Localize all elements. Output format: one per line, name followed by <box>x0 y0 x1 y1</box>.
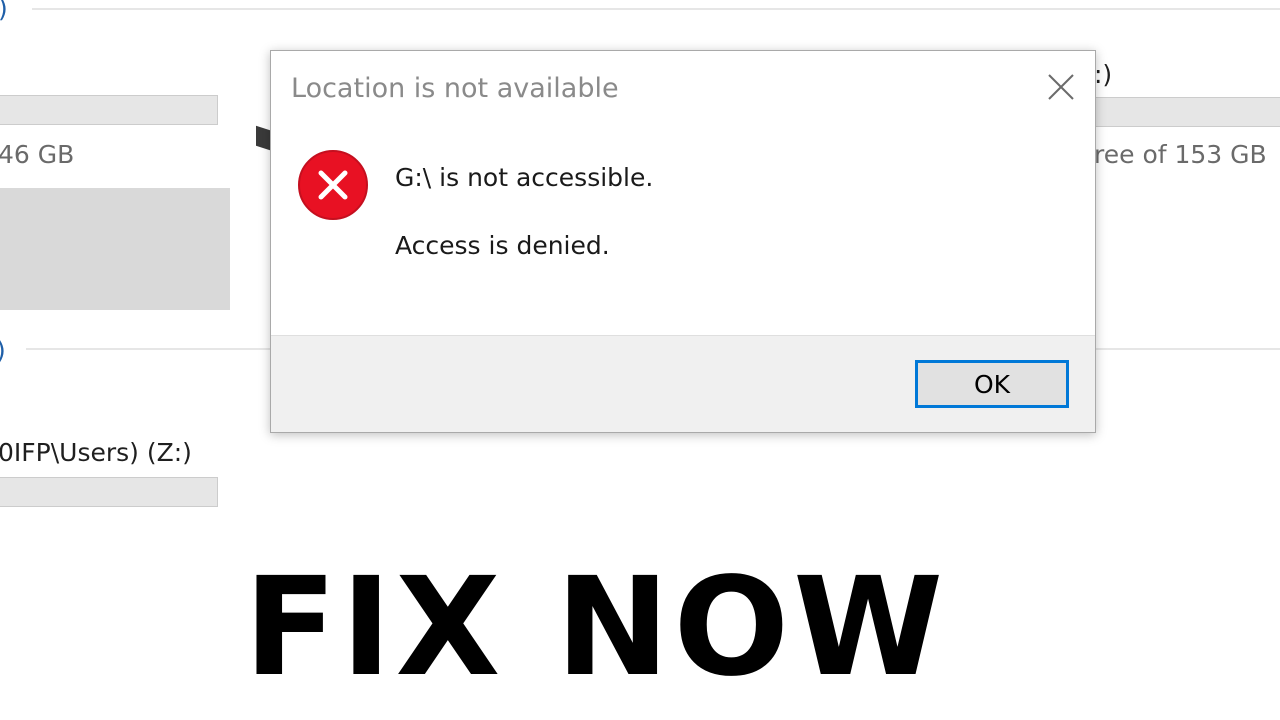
error-dialog: Location is not available G:\ is not acc… <box>270 50 1096 433</box>
network-drive-usage-bar <box>0 477 218 507</box>
screen: ) 46 GB :) ree of 153 GB ) 0IFP\Users) (… <box>0 0 1280 720</box>
error-icon <box>298 150 368 220</box>
drive-usage-bar-right <box>1090 97 1280 127</box>
drive-usage-bar <box>0 95 218 125</box>
dialog-footer: OK <box>271 335 1095 432</box>
network-drive-label[interactable]: 0IFP\Users) (Z:) <box>0 438 192 467</box>
drive-icon <box>256 125 270 151</box>
dialog-body: G:\ is not accessible. Access is denied. <box>271 131 1095 335</box>
selected-drive-tile[interactable] <box>0 188 230 310</box>
close-icon <box>1048 74 1074 100</box>
close-button[interactable] <box>1041 67 1081 107</box>
ok-button[interactable]: OK <box>915 360 1069 408</box>
section-header-network-fragment: ) <box>0 336 6 365</box>
drive-label-fragment: :) <box>1094 60 1113 89</box>
dialog-title: Location is not available <box>291 73 619 104</box>
section-header-this-pc-fragment: ) <box>0 0 8 23</box>
drive-free-space-text: 46 GB <box>0 140 75 169</box>
fix-now-headline: FIX NOW <box>244 549 948 707</box>
drive-free-space-text-right: ree of 153 GB <box>1094 140 1267 169</box>
section-divider <box>32 8 1280 10</box>
error-message: G:\ is not accessible. <box>395 163 654 192</box>
error-detail: Access is denied. <box>395 231 610 260</box>
